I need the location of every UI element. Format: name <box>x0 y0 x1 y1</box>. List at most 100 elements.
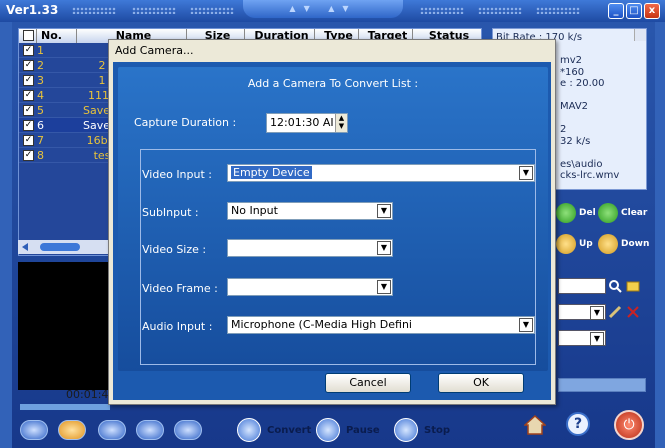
play-button[interactable] <box>20 420 48 440</box>
subinput-select[interactable]: No Input ▼ <box>227 202 393 220</box>
video-input-value: Empty Device <box>231 166 312 179</box>
chevron-down-icon[interactable]: ▼ <box>519 318 533 332</box>
search-icon[interactable] <box>608 279 622 293</box>
row-checkbox[interactable]: ✓ <box>23 104 34 116</box>
clear-button[interactable]: Clear <box>598 203 647 223</box>
quality-select[interactable]: ▼ <box>558 330 606 346</box>
dialog-body: Add a Camera To Convert List : Capture D… <box>113 62 551 400</box>
row-checkbox[interactable]: ✓ <box>23 59 34 71</box>
playback-time: 00:01:4 <box>66 388 109 401</box>
close-button[interactable]: x <box>644 3 660 19</box>
title-decoration <box>536 7 580 14</box>
down-label: Down <box>621 239 650 249</box>
row-number: 4 <box>37 88 44 102</box>
fast-forward-button[interactable] <box>98 420 126 440</box>
clear-label: Clear <box>621 208 648 218</box>
row-checkbox[interactable]: ✓ <box>23 149 34 161</box>
list-horizontal-scrollbar[interactable] <box>18 240 113 254</box>
dialog-panel: Add a Camera To Convert List : Capture D… <box>118 67 548 371</box>
version-label: Ver1.33 <box>6 3 59 17</box>
row-number: 8 <box>37 148 44 162</box>
scroll-left-icon[interactable] <box>18 240 113 254</box>
playback-progress[interactable] <box>20 404 110 410</box>
row-checkbox[interactable]: ✓ <box>23 119 34 131</box>
capture-duration-field[interactable]: 12:01:30 AI ▲ ▼ <box>266 113 348 133</box>
folder-icon[interactable] <box>626 279 640 293</box>
chevron-down-icon[interactable]: ▼ <box>590 332 604 346</box>
chevron-down-icon[interactable]: ▼ <box>377 241 391 255</box>
title-bar: Ver1.33 ▲▼ ▲▼ _ □ x <box>0 0 665 22</box>
row-number: 7 <box>37 133 44 147</box>
home-icon[interactable] <box>524 414 546 436</box>
select-all-checkbox[interactable] <box>19 29 37 43</box>
chevron-down-icon[interactable]: ▼ <box>377 280 391 294</box>
row-number: 3 <box>37 73 44 87</box>
video-frame-select[interactable]: ▼ <box>227 278 393 296</box>
down-button[interactable]: Down <box>598 234 649 254</box>
row-checkbox[interactable]: ✓ <box>23 44 34 56</box>
snapshot-button[interactable] <box>174 420 202 440</box>
up-label: Up <box>579 239 593 249</box>
cancel-button[interactable]: Cancel <box>325 373 411 393</box>
video-input-label: Video Input : <box>142 168 213 181</box>
row-checkbox[interactable]: ✓ <box>23 89 34 101</box>
settings-icon[interactable] <box>608 305 622 319</box>
stop-icon <box>394 418 418 442</box>
del-button[interactable]: Del <box>556 203 596 223</box>
capture-duration-value: 12:01:30 AI <box>270 116 334 129</box>
audio-input-value: Microphone (C-Media High Defini <box>231 318 412 331</box>
output-folder-field[interactable] <box>558 278 606 294</box>
left-frame <box>0 22 12 448</box>
dialog-heading: Add a Camera To Convert List : <box>247 77 419 90</box>
video-input-select[interactable]: Empty Device ▼ <box>227 164 535 182</box>
scissors-icon[interactable] <box>626 305 640 319</box>
chevron-down-icon[interactable]: ▼ <box>519 166 533 180</box>
chevron-down-icon[interactable]: ▼ <box>377 204 391 218</box>
info-scrollbar[interactable] <box>634 29 646 41</box>
chevron-down-icon[interactable]: ▼ <box>590 306 604 320</box>
minimize-button[interactable]: _ <box>608 3 624 19</box>
title-decoration <box>190 7 234 14</box>
row-checkbox[interactable]: ✓ <box>23 74 34 86</box>
help-icon[interactable]: ? <box>566 412 590 436</box>
duration-spinner[interactable]: ▲ ▼ <box>335 114 347 132</box>
delete-icon <box>556 203 576 223</box>
del-label: Del <box>579 208 596 218</box>
stop-button[interactable]: Stop <box>394 418 450 442</box>
subinput-label: SubInput : <box>142 206 199 219</box>
dialog-title: Add Camera... <box>109 40 555 62</box>
title-decoration <box>72 7 116 14</box>
video-preview <box>18 262 110 390</box>
maximize-button[interactable]: □ <box>626 3 642 19</box>
pause-icon <box>316 418 340 442</box>
ok-button[interactable]: OK <box>438 373 524 393</box>
video-size-select[interactable]: ▼ <box>227 239 393 257</box>
row-checkbox[interactable]: ✓ <box>23 134 34 146</box>
down-arrow-icon <box>598 234 618 254</box>
audio-input-select[interactable]: Microphone (C-Media High Defini ▼ <box>227 316 535 334</box>
video-size-label: Video Size : <box>142 243 207 256</box>
power-icon[interactable]: ⏻ <box>614 410 644 440</box>
row-number: 1 <box>37 43 44 57</box>
pause-label: Pause <box>346 424 380 436</box>
title-center-handle: ▲▼ ▲▼ <box>243 0 403 18</box>
subinput-value: No Input <box>231 204 278 217</box>
up-button[interactable]: Up <box>556 234 593 254</box>
video-frame-label: Video Frame : <box>142 282 218 295</box>
convert-button[interactable]: Convert <box>237 418 311 442</box>
col-no[interactable]: No. <box>37 29 77 43</box>
profile-select[interactable]: ▼ <box>558 304 606 320</box>
row-number: 2 <box>37 58 44 72</box>
convert-icon <box>237 418 261 442</box>
clear-icon <box>598 203 618 223</box>
stop-playback-button[interactable] <box>58 420 86 440</box>
pause-button[interactable]: Pause <box>316 418 380 442</box>
row-number: 6 <box>37 118 44 132</box>
capture-duration-label: Capture Duration : <box>134 116 237 129</box>
audio-input-label: Audio Input : <box>142 320 213 333</box>
add-camera-dialog: Add Camera... Add a Camera To Convert Li… <box>108 39 556 405</box>
rewind-button[interactable] <box>136 420 164 440</box>
convert-label: Convert <box>267 424 312 436</box>
right-frame <box>655 22 665 448</box>
stop-label: Stop <box>424 424 451 436</box>
